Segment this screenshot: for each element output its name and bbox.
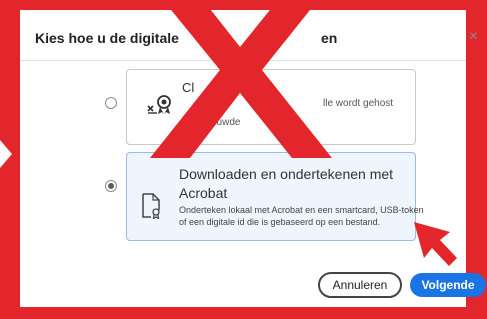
- background-right-red: [466, 0, 487, 319]
- dialog-title-text: Kies hoe u de digitale: [35, 30, 179, 46]
- dialog-header: Kies hoe u de digitale en ×: [20, 10, 478, 61]
- cancel-button[interactable]: Annuleren: [318, 272, 402, 298]
- option-cloud-title: Cl: [182, 80, 195, 95]
- red-arrow-pointer-icon: [414, 222, 457, 266]
- next-button[interactable]: Volgende: [410, 273, 486, 297]
- option-acrobat[interactable]: Downloaden en ondertekenen met Acrobat O…: [126, 152, 424, 241]
- option-cloud-description-line2: ouwde: [211, 117, 241, 128]
- option-cloud[interactable]: Cl lle wordt gehost ouwde: [126, 69, 416, 145]
- radio-option-cloud[interactable]: [105, 97, 117, 109]
- radio-option-acrobat[interactable]: [105, 180, 117, 192]
- cloud-certificate-icon: [147, 95, 171, 114]
- document-certificate-icon: [142, 193, 160, 219]
- dialog: Kies hoe u de digitale en × Cl lle wordt…: [20, 10, 486, 307]
- background-top-red: [0, 0, 487, 10]
- close-icon[interactable]: ×: [469, 28, 478, 46]
- dialog-title: Kies hoe u de digitale en: [35, 30, 337, 46]
- option-acrobat-title: Downloaden en ondertekenen met Acrobat: [179, 166, 394, 201]
- dialog-title-tail: en: [321, 30, 338, 46]
- option-cloud-description: lle wordt gehost: [323, 98, 394, 109]
- left-arrow-icon: [0, 140, 12, 168]
- background-bottom-red: [0, 307, 487, 319]
- option-acrobat-description: Onderteken lokaal met Acrobat en een sma…: [179, 205, 424, 227]
